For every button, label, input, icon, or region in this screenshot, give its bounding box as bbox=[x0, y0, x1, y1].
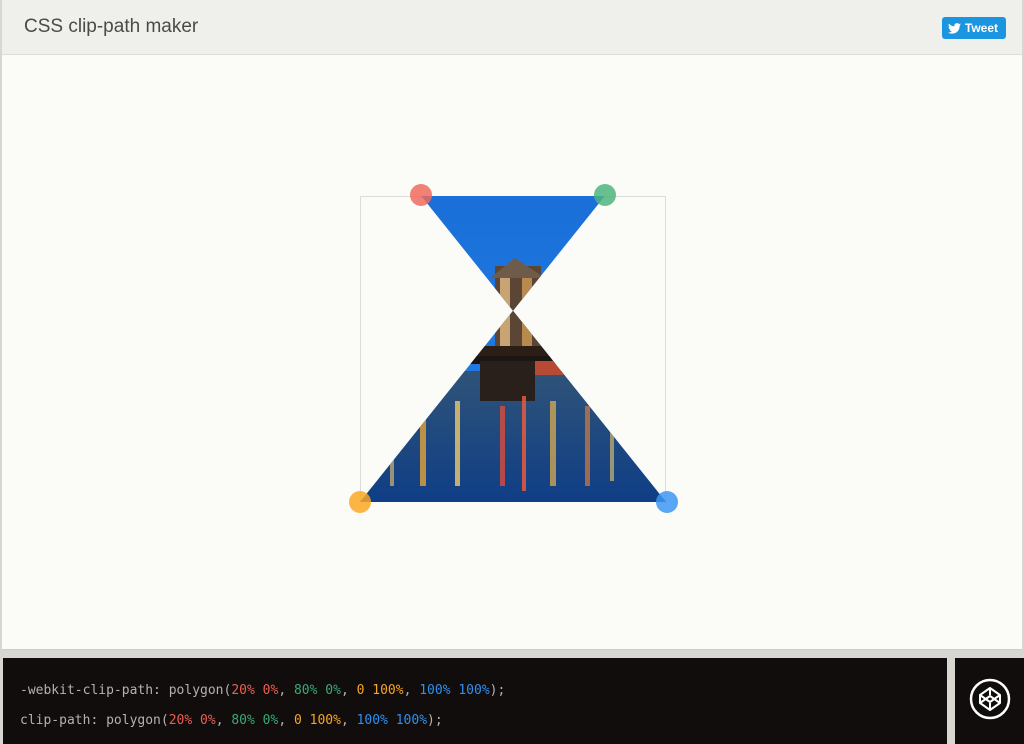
tweet-label: Tweet bbox=[964, 21, 998, 35]
twitter-bird-icon bbox=[947, 22, 961, 34]
css-output-panel: -webkit-clip-path: polygon(20% 0%, 80% 0… bbox=[3, 658, 947, 744]
clipped-image bbox=[360, 196, 666, 502]
point-handle-3[interactable] bbox=[349, 491, 371, 513]
page-title: CSS clip-path maker bbox=[24, 16, 199, 37]
clip-path-line: clip-path: polygon(20% 0%, 80% 0%, 0 100… bbox=[20, 713, 443, 728]
webkit-clip-path-line: -webkit-clip-path: polygon(20% 0%, 80% 0… bbox=[20, 683, 506, 698]
codepen-button[interactable] bbox=[955, 658, 1024, 744]
header-bar: CSS clip-path maker Tweet bbox=[2, 0, 1022, 55]
codepen-icon bbox=[969, 678, 1011, 725]
point-handle-1[interactable] bbox=[410, 184, 432, 206]
point-handle-4[interactable] bbox=[656, 491, 678, 513]
tweet-button[interactable]: Tweet bbox=[941, 17, 1006, 39]
point-handle-2[interactable] bbox=[594, 184, 616, 206]
